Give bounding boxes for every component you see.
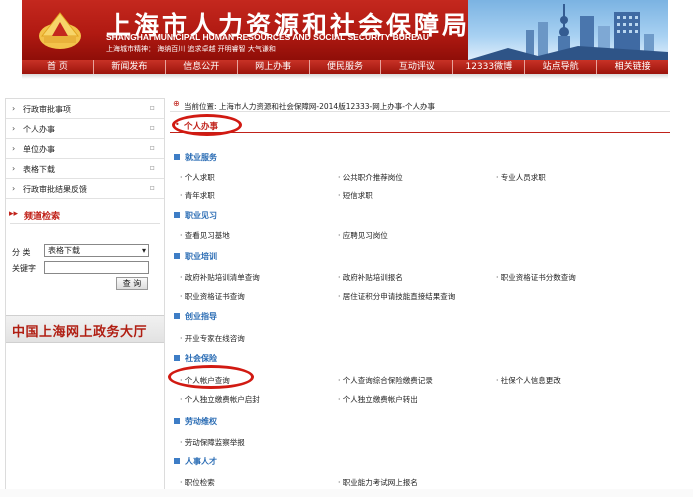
gov-hall-banner-text: 中国上海网上政务大厅 bbox=[12, 325, 148, 340]
square-bullet-icon bbox=[174, 253, 180, 259]
square-bullet-icon bbox=[174, 154, 180, 160]
chevron-right-icon: › bbox=[12, 164, 16, 173]
category-label: 分 类 bbox=[12, 248, 31, 257]
bureau-logo-icon bbox=[39, 12, 81, 49]
square-bullet-icon bbox=[174, 355, 180, 361]
sidebar-item-form-download[interactable]: › 表格下载 ▫ bbox=[6, 159, 164, 179]
link-apply-internship[interactable]: · 应聘见习岗位 bbox=[338, 230, 388, 241]
sidebar-item-label: 表格下载 bbox=[23, 165, 55, 174]
link-insurance-payment-records[interactable]: · 个人查询综合保险缴费记录 bbox=[338, 375, 433, 386]
link-sms-job-seeking[interactable]: · 短信求职 bbox=[338, 190, 373, 201]
nav-feedback[interactable]: 互动评议 bbox=[381, 60, 454, 74]
square-bullet-icon bbox=[174, 418, 180, 424]
link-certificate-score-query[interactable]: · 职业资格证书分数查询 bbox=[496, 272, 576, 283]
category-social-insurance: 社会保险 bbox=[174, 353, 217, 364]
link-position-search[interactable]: · 职位检索 bbox=[180, 477, 215, 488]
link-independent-account-transfer[interactable]: · 个人独立缴费帐户转出 bbox=[338, 394, 418, 405]
nav-divider bbox=[22, 74, 668, 79]
bullet-icon: ▫ bbox=[149, 183, 155, 192]
chevron-right-icon: › bbox=[12, 144, 16, 153]
category-internship: 职业见习 bbox=[174, 210, 217, 221]
category-vocational-training: 职业培训 bbox=[174, 251, 217, 262]
bullet-icon: ▫ bbox=[149, 163, 155, 172]
link-certificate-query[interactable]: · 职业资格证书查询 bbox=[180, 291, 245, 302]
highlight-circle bbox=[172, 114, 242, 136]
square-bullet-icon bbox=[174, 458, 180, 464]
keyword-input[interactable] bbox=[44, 261, 149, 274]
link-residence-points-query[interactable]: · 居住证积分申请技能直接结果查询 bbox=[338, 291, 455, 302]
link-change-personal-info[interactable]: · 社保个人信息更改 bbox=[496, 375, 561, 386]
bullet-icon: ▫ bbox=[149, 103, 155, 112]
nav-online-services[interactable]: 网上办事 bbox=[237, 60, 310, 74]
sidebar-item-approval-items[interactable]: › 行政审批事项 ▫ bbox=[6, 99, 164, 119]
link-expert-consultation[interactable]: · 开业专家在线咨询 bbox=[180, 333, 245, 344]
sidebar-item-label: 行政审批事项 bbox=[23, 105, 71, 114]
category-entrepreneurship: 创业指导 bbox=[174, 311, 217, 322]
channel-search-header: ▸▸ 频道检索 bbox=[6, 207, 164, 223]
sidebar-item-label: 行政审批结果反馈 bbox=[23, 185, 87, 194]
link-independent-account-open[interactable]: · 个人独立缴费帐户启封 bbox=[180, 394, 260, 405]
link-view-internship-bases[interactable]: · 查看见习基地 bbox=[180, 230, 230, 241]
nav-info-disclosure[interactable]: 信息公开 bbox=[165, 60, 238, 74]
keyword-label: 关键字 bbox=[12, 264, 36, 273]
main-nav: 首 页 新闻发布 信息公开 网上办事 便民服务 互动评议 12333微博 站点导… bbox=[22, 60, 669, 74]
sidebar-item-label: 个人办事 bbox=[23, 125, 55, 134]
square-bullet-icon bbox=[174, 313, 180, 319]
nav-related-links[interactable]: 相关链接 bbox=[597, 60, 669, 74]
sidebar-item-approval-results[interactable]: › 行政审批结果反馈 ▫ bbox=[6, 179, 164, 199]
page-title-english: SHANGHAI MUNICIPAL HUMAN RESOURCES AND S… bbox=[106, 32, 430, 42]
double-arrow-icon: ▸▸ bbox=[9, 209, 19, 219]
link-subsidized-training-signup[interactable]: · 政府补贴培训报名 bbox=[338, 272, 403, 283]
divider bbox=[10, 223, 160, 224]
main-content: ⊕ 当前位置: 上海市人力资源和社会保障网-2014版12333-网上办事-个人… bbox=[168, 98, 670, 490]
breadcrumb: ⊕ 当前位置: 上海市人力资源和社会保障网-2014版12333-网上办事-个人… bbox=[170, 98, 670, 112]
query-button[interactable]: 查 询 bbox=[116, 277, 148, 290]
footer-strip bbox=[0, 489, 693, 497]
header-banner: 上海市人力资源和社会保障局 SHANGHAI MUNICIPAL HUMAN R… bbox=[22, 0, 668, 60]
square-bullet-icon bbox=[174, 212, 180, 218]
nav-public-services[interactable]: 便民服务 bbox=[309, 60, 382, 74]
nav-news[interactable]: 新闻发布 bbox=[93, 60, 166, 74]
sidebar-item-organization[interactable]: › 单位办事 ▫ bbox=[6, 139, 164, 159]
nav-weibo[interactable]: 12333微博 bbox=[453, 60, 526, 74]
link-public-job-referral[interactable]: · 公共职介推荐岗位 bbox=[338, 172, 403, 183]
location-icon: ⊕ bbox=[173, 99, 180, 108]
link-personal-job-seeking[interactable]: · 个人求职 bbox=[180, 172, 215, 183]
channel-search-title: 频道检索 bbox=[24, 212, 61, 222]
category-employment: 就业服务 bbox=[174, 152, 217, 163]
link-subsidized-training-list[interactable]: · 政府补贴培训清单查询 bbox=[180, 272, 260, 283]
category-labor-rights: 劳动维权 bbox=[174, 416, 217, 427]
bullet-icon: ▫ bbox=[149, 123, 155, 132]
link-professional-job-seeking[interactable]: · 专业人员求职 bbox=[496, 172, 546, 183]
link-labor-inspection-report[interactable]: · 劳动保障监察举报 bbox=[180, 437, 245, 448]
chevron-right-icon: › bbox=[12, 124, 16, 133]
sidebar-item-personal[interactable]: › 个人办事 ▫ bbox=[6, 119, 164, 139]
category-select-value: 表格下载 bbox=[48, 246, 80, 255]
category-select[interactable]: 表格下载 ▾ bbox=[44, 244, 149, 257]
breadcrumb-text: 当前位置: 上海市人力资源和社会保障网-2014版12333-网上办事-个人办事 bbox=[184, 102, 435, 111]
bullet-icon: ▫ bbox=[149, 143, 155, 152]
category-personnel-talent: 人事人才 bbox=[174, 456, 217, 467]
link-vocational-exam-signup[interactable]: · 职业能力考试网上报名 bbox=[338, 477, 418, 488]
chevron-right-icon: › bbox=[12, 184, 16, 193]
sidebar-item-label: 单位办事 bbox=[23, 145, 55, 154]
section-divider bbox=[170, 132, 670, 133]
city-spirit-slogan: 上海城市精神： 海纳百川 追求卓越 开明睿智 大气谦和 bbox=[106, 45, 276, 53]
link-youth-job-seeking[interactable]: · 青年求职 bbox=[180, 190, 215, 201]
chevron-down-icon: ▾ bbox=[141, 246, 146, 255]
gov-hall-banner[interactable]: 中国上海网上政务大厅 bbox=[6, 315, 164, 343]
sidebar: › 行政审批事项 ▫ › 个人办事 ▫ › 单位办事 ▫ › 表格下载 ▫ › … bbox=[5, 98, 165, 490]
chevron-right-icon: › bbox=[12, 104, 16, 113]
city-skyline-icon bbox=[468, 4, 668, 60]
nav-site-map[interactable]: 站点导航 bbox=[525, 60, 598, 74]
nav-home[interactable]: 首 页 bbox=[22, 60, 94, 74]
highlight-circle bbox=[168, 365, 254, 389]
